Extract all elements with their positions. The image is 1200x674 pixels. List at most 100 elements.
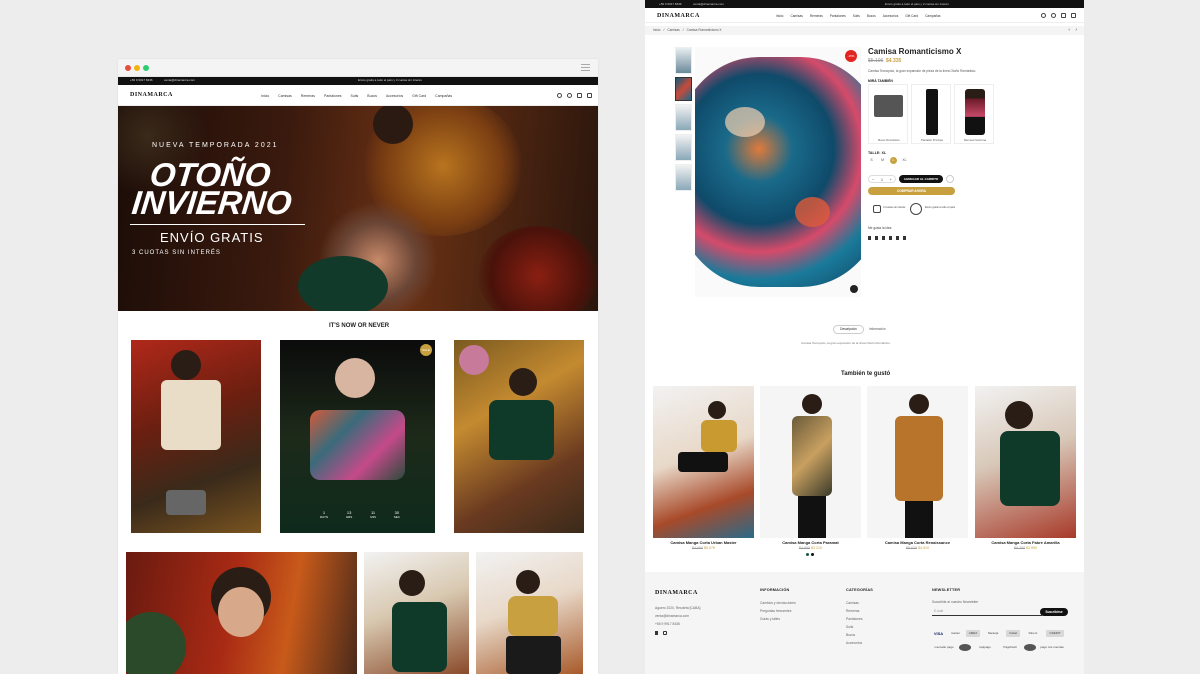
nav-link-remeras[interactable]: Remeras — [810, 14, 823, 18]
buy-now-button[interactable]: COMPRAR AHORA — [868, 187, 955, 195]
color-swatch-black[interactable] — [811, 553, 814, 556]
gallery-thumb-5[interactable] — [675, 164, 692, 191]
related-product-image-3[interactable] — [867, 386, 968, 538]
nav-link-camisas[interactable]: Camisas — [790, 14, 802, 18]
footer-info-link[interactable]: Guías y talles — [760, 617, 796, 621]
newsletter-email-input[interactable]: E-mail — [932, 608, 1042, 616]
size-l[interactable]: L — [890, 157, 897, 164]
footer-category-link[interactable]: Camisas — [846, 601, 873, 605]
search-icon[interactable] — [1041, 13, 1046, 18]
nav-link-buzos[interactable]: Buzos — [367, 94, 377, 98]
visa-logo: VISA — [933, 631, 944, 636]
footer-category-link[interactable]: Accesorios — [846, 641, 873, 645]
related-product-image-2[interactable] — [760, 386, 861, 538]
nav-link-remeras[interactable]: Remeras — [301, 94, 315, 98]
topbar-email[interactable]: venta@dinamarca.com — [693, 0, 724, 8]
color-swatch-green[interactable] — [806, 553, 809, 556]
footer-info-link[interactable]: Cambios y devoluciones — [760, 601, 796, 605]
search-icon[interactable] — [557, 93, 562, 98]
quantity-decrease-button[interactable]: − — [872, 177, 874, 182]
gallery-thumb-3[interactable] — [675, 104, 692, 131]
related-product-image-1[interactable] — [653, 386, 754, 538]
combo-item-3[interactable]: Remera Nocturna — [954, 84, 994, 144]
pinterest-icon[interactable] — [889, 236, 892, 240]
nav-link-inicio[interactable]: Inicio — [261, 94, 269, 98]
share-label: Me gusta la idea — [868, 226, 892, 230]
wishlist-icon[interactable] — [1061, 13, 1066, 18]
footer-category-link[interactable]: Remeras — [846, 609, 873, 613]
product-main-image[interactable]: -15% — [695, 47, 861, 297]
related-product-name-3[interactable]: Camisa Manga Corta Renaissance — [867, 540, 968, 545]
campaign-photo-5[interactable] — [364, 552, 469, 674]
nav-link-suits[interactable]: Suits — [853, 14, 860, 18]
user-icon[interactable] — [567, 93, 572, 98]
breadcrumb-inicio[interactable]: Inicio — [653, 28, 660, 32]
footer-category-link[interactable]: Suits — [846, 625, 873, 629]
email-icon[interactable] — [882, 236, 885, 240]
next-arrow-icon[interactable]: › — [1075, 27, 1077, 33]
wishlist-icon[interactable] — [577, 93, 582, 98]
zoom-icon[interactable] — [850, 285, 858, 293]
nav-link-campanas[interactable]: Campañas — [435, 94, 452, 98]
nav-link-suits[interactable]: Suits — [351, 94, 359, 98]
hero-banner[interactable]: NUEVA TEMPORADA 2021 OTOÑO INVIERNO ENVÍ… — [118, 106, 598, 311]
nav-link-accesorios[interactable]: Accesorios — [883, 14, 899, 18]
footer-info-link[interactable]: Preguntas frecuentes — [760, 609, 796, 613]
size-s[interactable]: S — [868, 157, 875, 164]
combo-item-2[interactable]: Pantalón Príncipe — [911, 84, 951, 144]
nav-link-gift-card[interactable]: Gift Card — [905, 14, 918, 18]
twitter-icon[interactable] — [875, 236, 878, 240]
cart-icon[interactable] — [587, 93, 592, 98]
nav-link-buzos[interactable]: Buzos — [867, 14, 876, 18]
related-product-name-4[interactable]: Camisa Manga Corta Fabre Amarilla — [975, 540, 1076, 545]
campaign-photo-4[interactable] — [126, 552, 357, 674]
nav-link-gift-card[interactable]: Gift Card — [412, 94, 426, 98]
nav-link-pantalones[interactable]: Pantalones — [324, 94, 342, 98]
footer-logo[interactable]: DINAMARCA — [655, 590, 698, 596]
hamburger-menu-icon[interactable] — [581, 64, 590, 71]
nav-link-accesorios[interactable]: Accesorios — [386, 94, 403, 98]
minimize-dot-icon[interactable] — [134, 65, 140, 71]
topbar-email[interactable]: venta@dinamarca.com — [164, 77, 195, 84]
wishlist-heart-icon[interactable] — [946, 175, 954, 183]
share-more-icon[interactable] — [903, 236, 906, 240]
subscribe-button[interactable]: Suscribirse — [1040, 608, 1068, 616]
whatsapp-icon[interactable] — [896, 236, 899, 240]
footer-category-link[interactable]: Pantalones — [846, 617, 873, 621]
size-xl[interactable]: XL — [901, 157, 908, 164]
facebook-icon[interactable] — [655, 631, 658, 635]
gallery-thumb-1[interactable] — [675, 47, 692, 74]
nav-link-inicio[interactable]: Inicio — [776, 14, 783, 18]
add-to-cart-button[interactable]: AGREGAR AL CARRITO — [899, 175, 943, 183]
site-logo[interactable]: DINAMARCA — [130, 92, 173, 98]
quantity-increase-button[interactable]: + — [890, 177, 892, 182]
related-product-name-1[interactable]: Camisa Manga Corta Urban Master — [653, 540, 754, 545]
prev-arrow-icon[interactable]: ‹ — [1068, 27, 1070, 33]
gallery-thumb-4[interactable] — [675, 134, 692, 161]
nav-link-camisas[interactable]: Camisas — [278, 94, 292, 98]
campaign-photo-1[interactable] — [131, 340, 261, 533]
facebook-icon[interactable] — [868, 236, 871, 240]
breadcrumb-camisas[interactable]: Camisas — [667, 28, 679, 32]
related-product-image-4[interactable] — [975, 386, 1076, 538]
maximize-dot-icon[interactable] — [143, 65, 149, 71]
size-m[interactable]: M — [879, 157, 886, 164]
instagram-icon[interactable] — [663, 631, 667, 635]
related-product-name-2[interactable]: Camisa Manga Corta Paramat — [760, 540, 861, 545]
campaign-photo-3[interactable] — [454, 340, 584, 533]
campaign-photo-6[interactable] — [476, 552, 583, 674]
cart-icon[interactable] — [1071, 13, 1076, 18]
campaign-photo-2[interactable]: SALE 1 DAYS 13 HRS 11 MIN 30 SEC — [280, 340, 435, 533]
combo-item-1[interactable]: Boxer Romántico — [868, 84, 908, 144]
gallery-thumb-2[interactable] — [675, 77, 692, 101]
nav-link-pantalones[interactable]: Pantalones — [830, 14, 846, 18]
quantity-stepper[interactable]: − 1 + — [868, 175, 896, 183]
close-dot-icon[interactable] — [125, 65, 131, 71]
site-logo[interactable]: DINAMARCA — [657, 13, 700, 19]
tab-information[interactable]: Información — [869, 327, 886, 331]
footer-category-link[interactable]: Buzos — [846, 633, 873, 637]
user-icon[interactable] — [1051, 13, 1056, 18]
nav-link-campanas[interactable]: Campañas — [925, 14, 940, 18]
tab-description[interactable]: Descripción — [833, 325, 864, 334]
footer-email[interactable]: venta@dinamarca.com — [655, 614, 700, 618]
